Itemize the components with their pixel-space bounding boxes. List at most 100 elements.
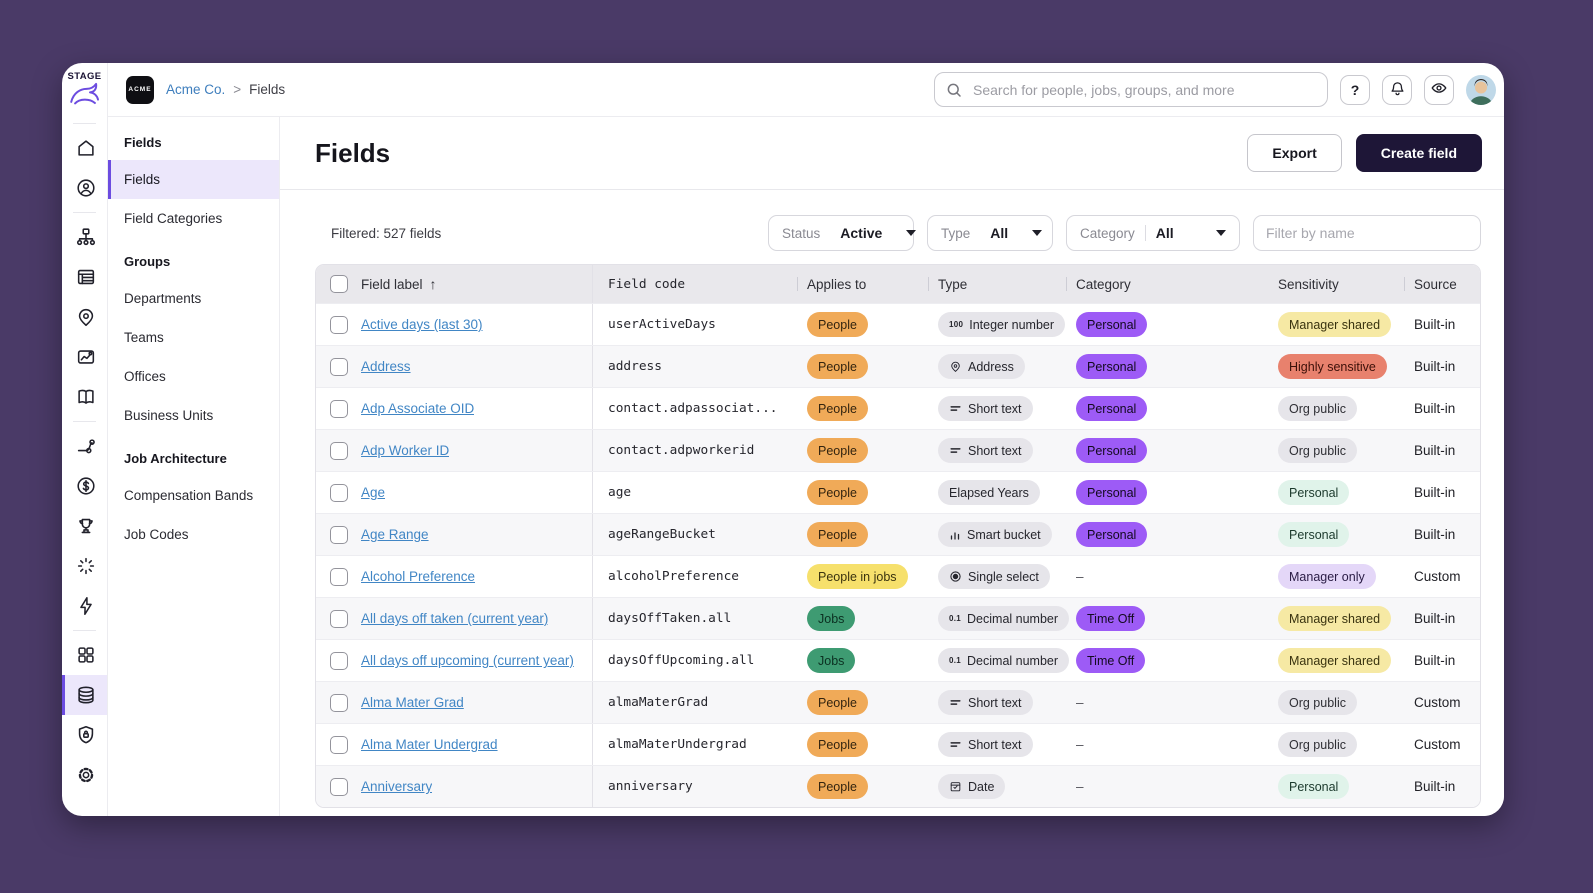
notifications-button[interactable]: [1382, 74, 1412, 105]
column-header-type[interactable]: Type: [928, 265, 1076, 303]
filter-category[interactable]: Category All: [1066, 215, 1240, 251]
row-checkbox[interactable]: [329, 399, 348, 418]
sidenav-item-business-units[interactable]: Business Units: [108, 396, 279, 435]
body-row: Fields Fields Field Categories Groups Depart…: [108, 117, 1504, 816]
rail-item-security[interactable]: [62, 715, 107, 755]
sidenav-item-field-categories[interactable]: Field Categories: [108, 199, 279, 238]
field-code-cell: alcoholPreference: [592, 556, 807, 597]
rail-item-automations[interactable]: [62, 586, 107, 626]
row-checkbox[interactable]: [329, 651, 348, 670]
rail-item-settings[interactable]: [62, 755, 107, 795]
security-icon: [75, 724, 97, 746]
row-checkbox[interactable]: [329, 525, 348, 544]
sensitivity-badge: Manager only: [1278, 564, 1376, 589]
rail-item-org-chart[interactable]: [62, 217, 107, 257]
sensitivity-badge: Manager shared: [1278, 648, 1392, 673]
field-label-link[interactable]: Adp Worker ID: [361, 443, 449, 458]
field-label-link[interactable]: All days off upcoming (current year): [361, 653, 574, 668]
field-label-link[interactable]: Age: [361, 485, 385, 500]
filter-status[interactable]: Status Active: [768, 215, 917, 251]
column-header-applies-to[interactable]: Applies to: [797, 265, 938, 303]
org-logo[interactable]: ACME: [126, 75, 154, 104]
apps-icon: [75, 644, 97, 666]
column-header-source[interactable]: Source: [1404, 265, 1480, 303]
row-checkbox[interactable]: [329, 693, 348, 712]
sidenav-item-offices[interactable]: Offices: [108, 357, 279, 396]
table-row: Active days (last 30) userActiveDays Peopl…: [316, 303, 1480, 345]
applies-to-cell: People: [807, 472, 938, 513]
rail-item-performance[interactable]: [62, 506, 107, 546]
field-label-link[interactable]: Active days (last 30): [361, 317, 483, 332]
rail-item-spark[interactable]: [62, 546, 107, 586]
sidenav-item-job-codes[interactable]: Job Codes: [108, 515, 279, 554]
sidenav-item-departments[interactable]: Departments: [108, 279, 279, 318]
sidenav-item-fields[interactable]: Fields: [108, 160, 279, 199]
row-checkbox[interactable]: [329, 735, 348, 754]
rail-item-documents[interactable]: [62, 257, 107, 297]
row-checkbox[interactable]: [329, 441, 348, 460]
user-avatar[interactable]: [1466, 74, 1496, 105]
sidenav-item-teams[interactable]: Teams: [108, 318, 279, 357]
rail-item-people[interactable]: [62, 168, 107, 208]
export-button[interactable]: Export: [1247, 134, 1342, 172]
column-header-field-code[interactable]: Field code: [592, 265, 807, 303]
spark-icon: [75, 555, 97, 577]
breadcrumb-org-link[interactable]: Acme Co.: [166, 82, 225, 97]
brand-logo: STAGE: [62, 63, 107, 119]
rail-item-workflows[interactable]: [62, 426, 107, 466]
rail-item-locations[interactable]: [62, 297, 107, 337]
help-button[interactable]: ?: [1340, 74, 1370, 105]
applies-to-badge: People: [807, 774, 868, 799]
column-header-field-label[interactable]: Field label ↑: [361, 265, 592, 303]
field-label-link[interactable]: All days off taken (current year): [361, 611, 548, 626]
type-cell: 0.1 Decimal number: [938, 598, 1076, 639]
applies-to-badge: Jobs: [807, 648, 856, 673]
row-checkbox-cell: [316, 346, 361, 387]
applies-to-cell: People: [807, 388, 938, 429]
create-field-button[interactable]: Create field: [1355, 134, 1482, 172]
source-cell: Built-in: [1414, 527, 1456, 542]
empty-value: –: [1076, 779, 1084, 794]
app-window: STAGE ACME Acme Co. > Fields Search for …: [62, 63, 1504, 816]
filter-type[interactable]: Type All: [927, 215, 1053, 251]
row-checkbox[interactable]: [329, 483, 348, 502]
select-all-checkbox[interactable]: [329, 275, 348, 293]
field-label-link[interactable]: Adp Associate OID: [361, 401, 474, 416]
rail-item-payroll[interactable]: [62, 466, 107, 506]
rail-item-library[interactable]: [62, 377, 107, 417]
rail-item-home[interactable]: [62, 128, 107, 168]
field-label-link[interactable]: Age Range: [361, 527, 429, 542]
rail-item-data[interactable]: [62, 675, 107, 715]
row-checkbox[interactable]: [329, 567, 348, 586]
applies-to-badge: People: [807, 480, 868, 505]
filter-bar: Filtered: 527 fields Status Active Type All…: [280, 190, 1504, 264]
type-cell: Short text: [938, 430, 1076, 471]
field-label-cell: Active days (last 30): [361, 304, 592, 345]
row-checkbox[interactable]: [329, 357, 348, 376]
rail-item-reports[interactable]: [62, 337, 107, 377]
field-label-link[interactable]: Anniversary: [361, 779, 432, 794]
global-search[interactable]: [934, 72, 1328, 107]
column-header-sensitivity[interactable]: Sensitivity: [1278, 265, 1414, 303]
sidenav-item-compensation-bands[interactable]: Compensation Bands: [108, 476, 279, 515]
field-code-cell: daysOffUpcoming.all: [592, 640, 807, 681]
field-label-link[interactable]: Alma Mater Grad: [361, 695, 464, 710]
field-label-link[interactable]: Alma Mater Undergrad: [361, 737, 498, 752]
name-filter-input[interactable]: [1253, 215, 1481, 251]
single-select-icon: [949, 570, 962, 583]
search-input[interactable]: [971, 80, 1317, 99]
sort-ascending-icon[interactable]: ↑: [430, 276, 437, 292]
rail-item-apps[interactable]: [62, 635, 107, 675]
row-checkbox[interactable]: [329, 609, 348, 628]
field-label-link[interactable]: Address: [361, 359, 411, 374]
integer-number-icon: 100: [949, 320, 964, 329]
field-label-link[interactable]: Alcohol Preference: [361, 569, 475, 584]
view-as-button[interactable]: [1424, 74, 1454, 105]
row-checkbox-cell: [316, 556, 361, 597]
category-badge: Time Off: [1076, 648, 1146, 673]
sidenav-section-header: Fields: [124, 135, 162, 150]
sensitivity-cell: Org public: [1278, 724, 1414, 765]
row-checkbox[interactable]: [329, 777, 348, 796]
row-checkbox[interactable]: [329, 315, 348, 334]
column-header-category[interactable]: Category: [1066, 265, 1278, 303]
